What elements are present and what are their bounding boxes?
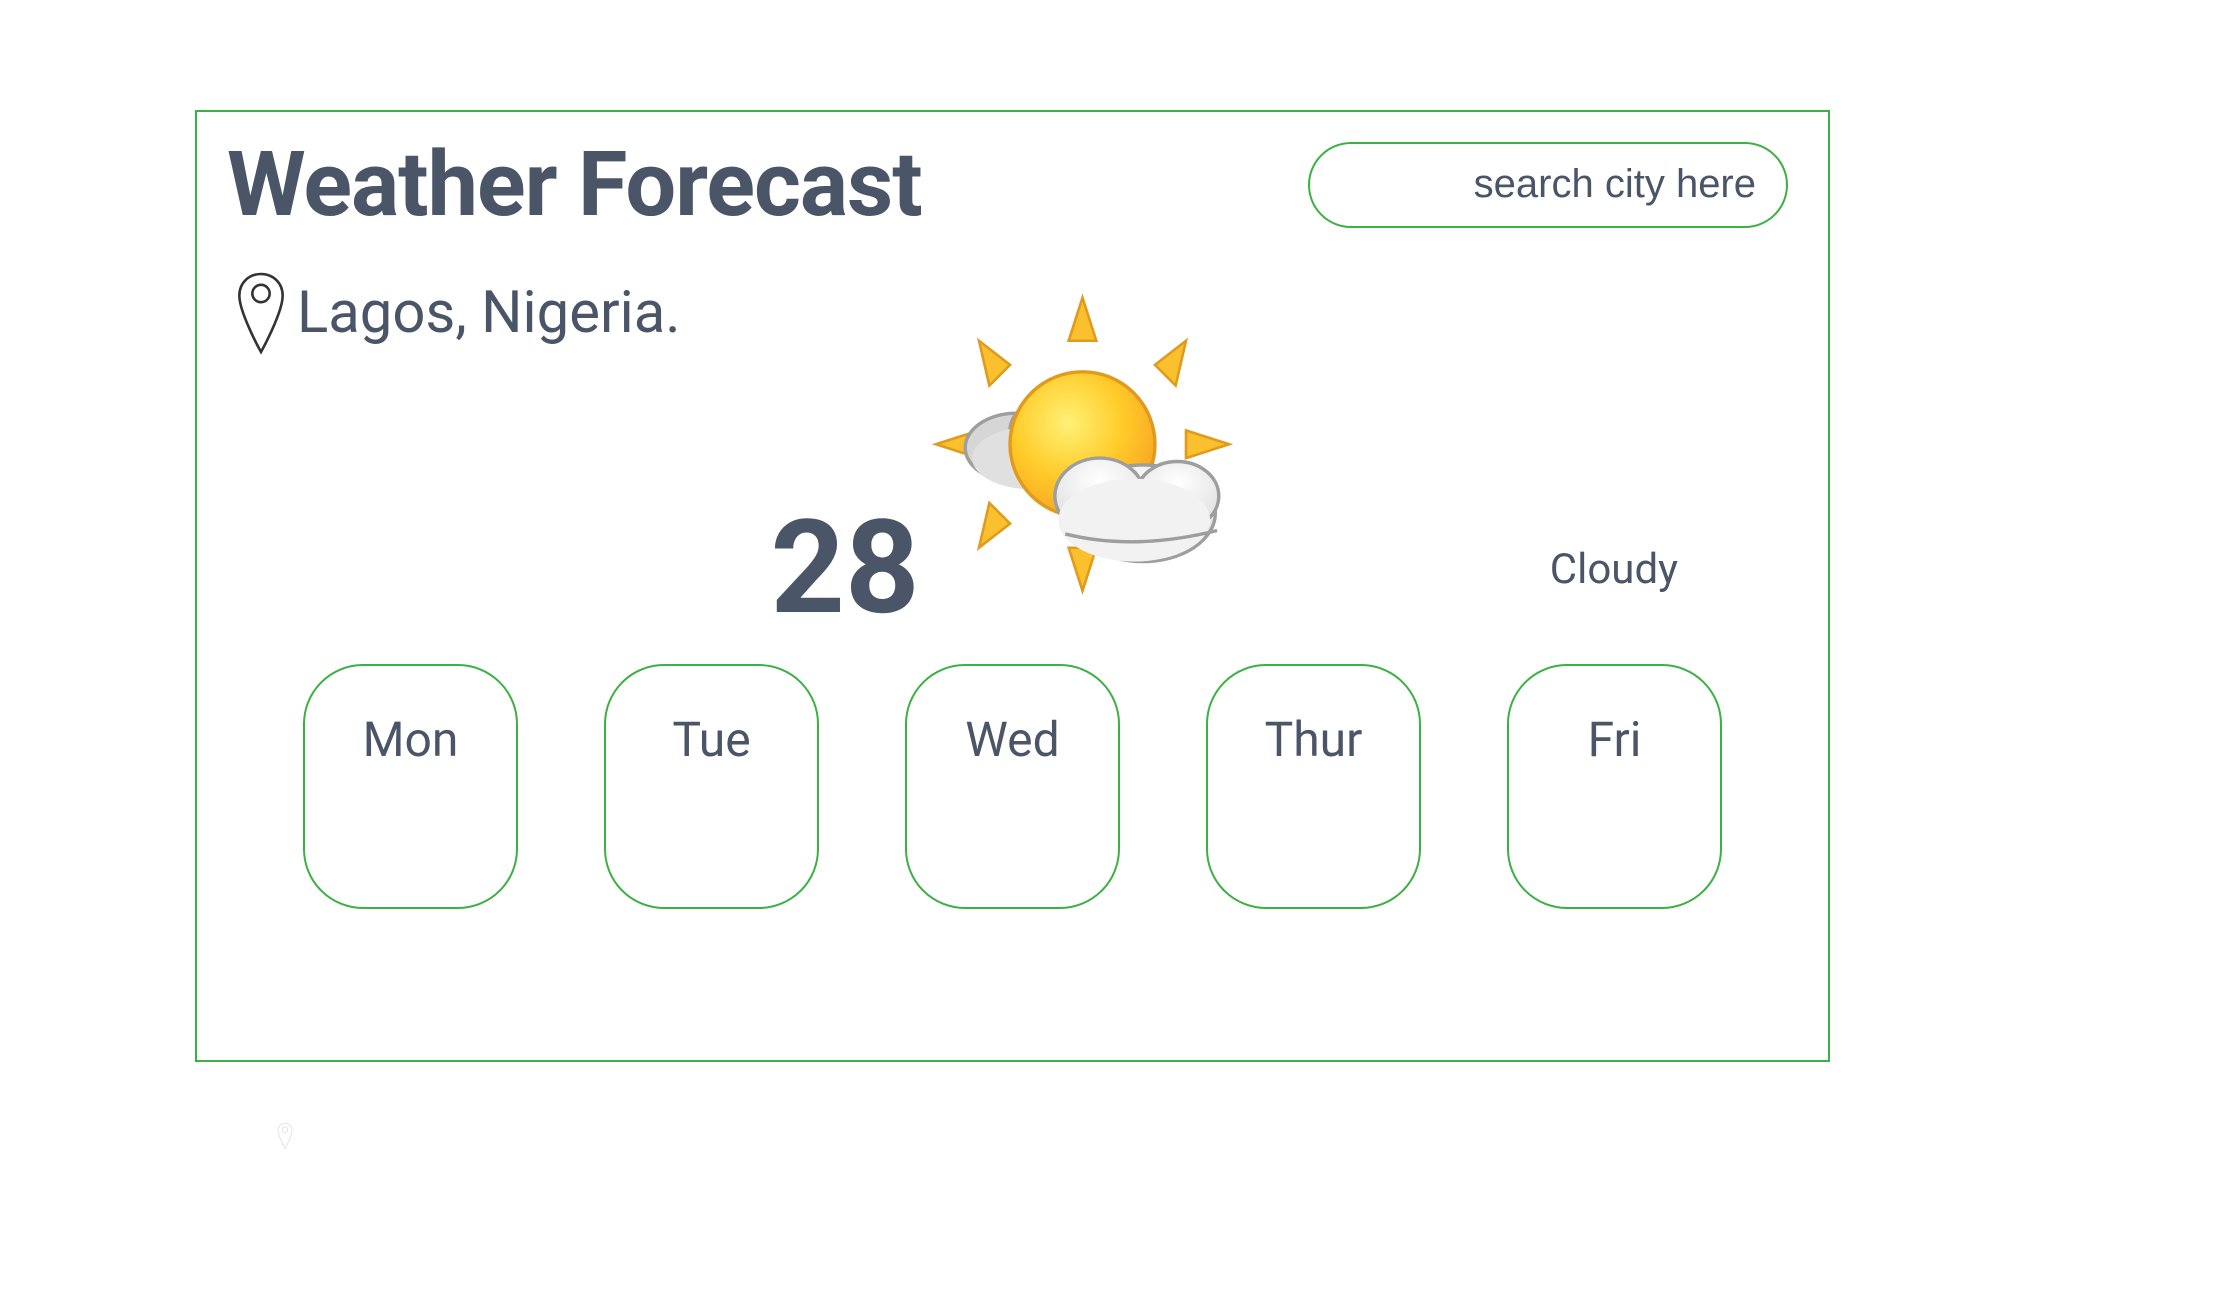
day-box-mon[interactable]: Mon — [303, 664, 518, 909]
day-label: Wed — [965, 711, 1059, 907]
location-pin-icon — [275, 1122, 295, 1154]
page-title: Weather Forecast — [227, 132, 922, 237]
day-label: Thur — [1265, 711, 1363, 907]
current-weather-row: 28 — [197, 289, 1828, 634]
temperature-value: 28 — [770, 491, 919, 644]
day-label: Mon — [363, 711, 459, 907]
day-label: Tue — [672, 711, 750, 907]
header-row: Weather Forecast — [197, 112, 1828, 237]
day-box-thur[interactable]: Thur — [1206, 664, 1421, 909]
day-box-wed[interactable]: Wed — [905, 664, 1120, 909]
condition-text: Cloudy — [1550, 545, 1678, 594]
day-label: Fri — [1588, 711, 1642, 907]
forecast-days-row: Mon Tue Wed Thur Fri — [197, 634, 1828, 909]
partly-cloudy-icon — [910, 289, 1255, 634]
weather-card: Weather Forecast Lagos, Nigeria. 28 — [195, 110, 1830, 1062]
search-city-input[interactable] — [1308, 142, 1788, 228]
day-box-fri[interactable]: Fri — [1507, 664, 1722, 909]
day-box-tue[interactable]: Tue — [604, 664, 819, 909]
